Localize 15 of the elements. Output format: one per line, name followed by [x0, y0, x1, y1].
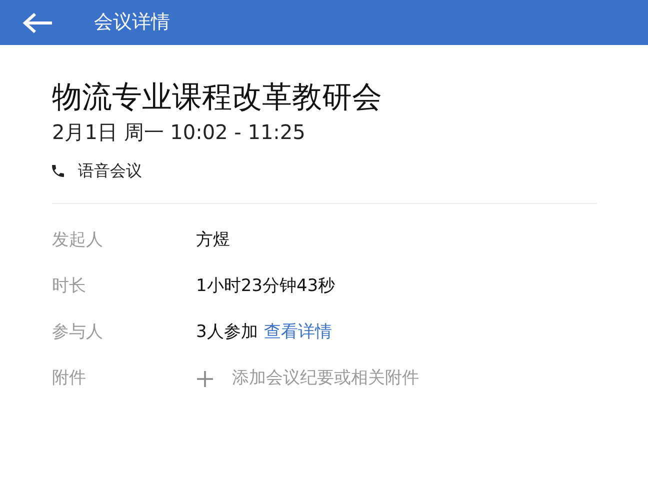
meeting-time: 2月1日 周一 10:02 - 11:25 [52, 119, 306, 145]
add-attachment-button[interactable]: 添加会议纪要或相关附件 [196, 366, 419, 392]
detail-label: 参与人 [52, 321, 104, 344]
phone-icon [50, 163, 66, 179]
detail-value: 方煜 [196, 229, 230, 252]
meeting-type: 语音会议 [78, 160, 142, 182]
meeting-title: 物流专业课程改革教研会 [52, 79, 383, 117]
detail-value: 1小时23分钟43秒 [196, 275, 336, 298]
view-details-link[interactable]: 查看详情 [264, 320, 332, 346]
detail-label: 时长 [52, 275, 87, 298]
detail-label: 附件 [52, 367, 87, 390]
page-title: 会议详情 [94, 10, 170, 36]
plus-icon [196, 370, 214, 388]
detail-label: 发起人 [52, 229, 104, 252]
detail-value: 3人参加 [196, 321, 258, 344]
